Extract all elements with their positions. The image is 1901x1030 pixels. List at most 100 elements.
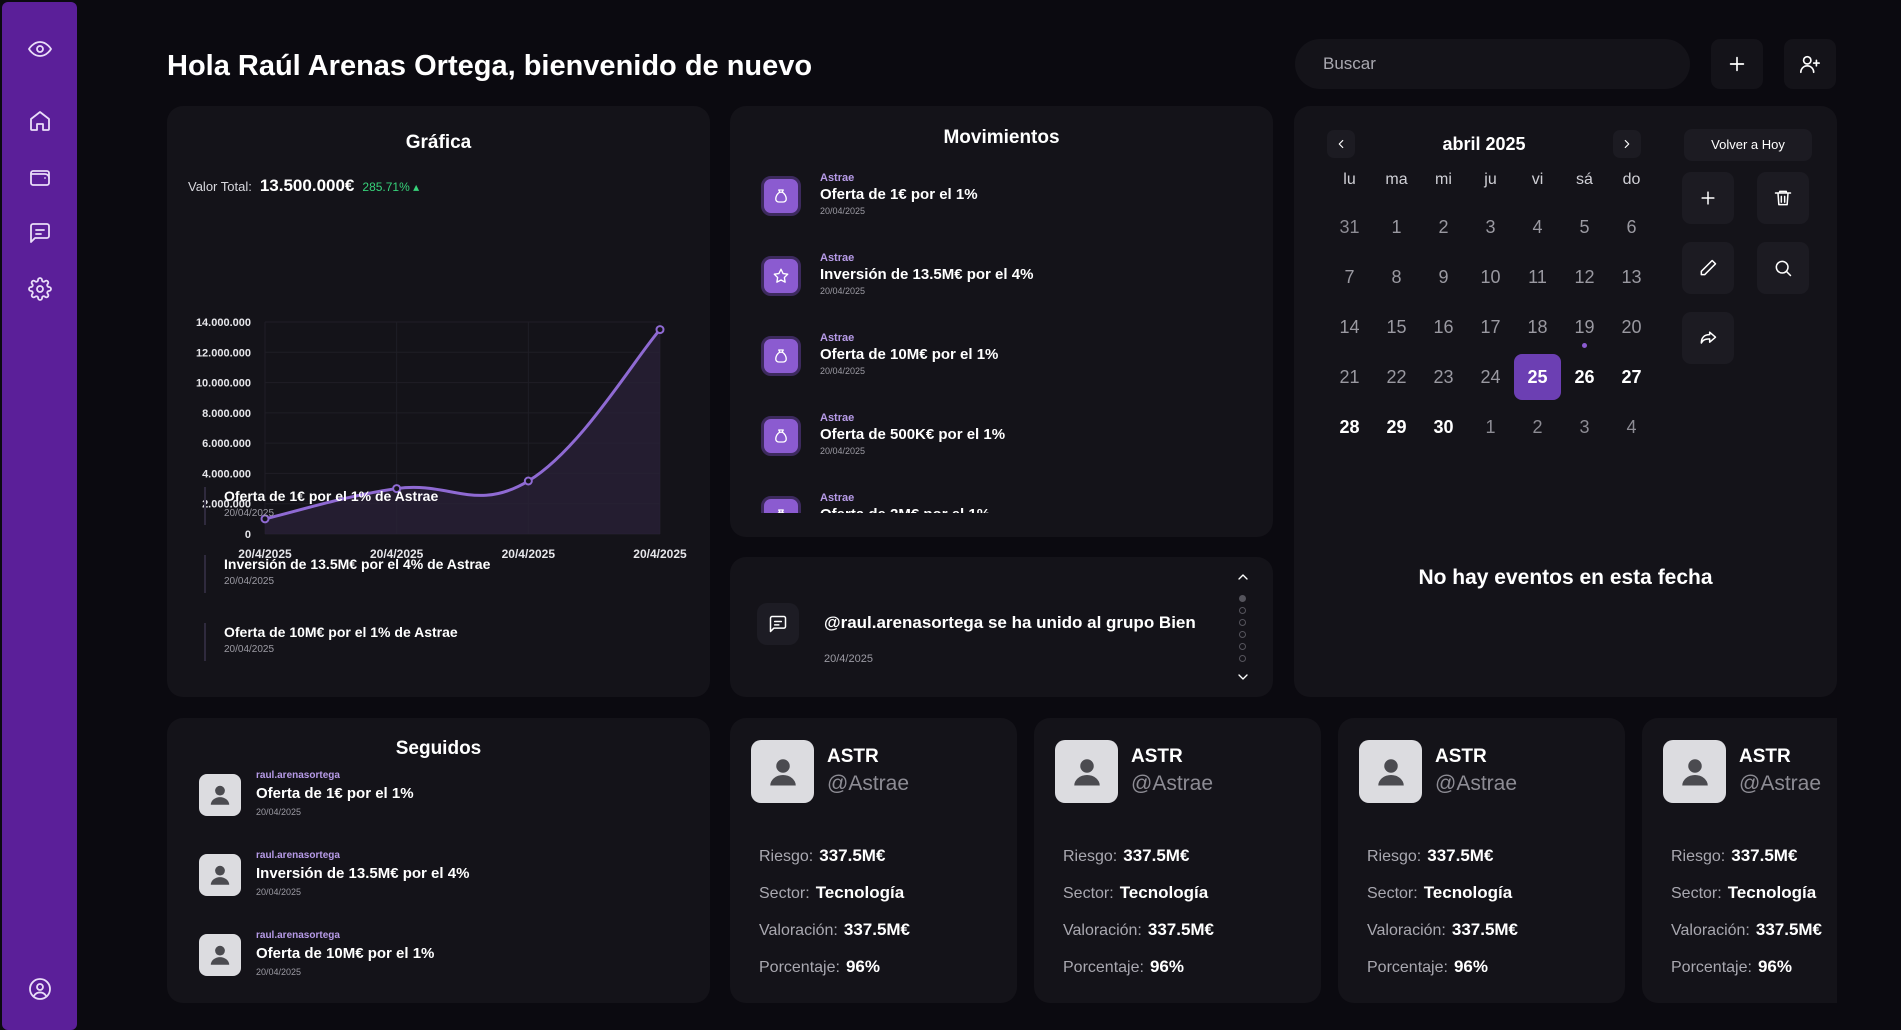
- company-card[interactable]: ASTR @Astrae Riesgo: 337.5M€ Sector: Tecnolog…: [1642, 718, 1837, 1003]
- today-button[interactable]: Volver a Hoy: [1684, 129, 1812, 161]
- calendar-day[interactable]: 14: [1326, 302, 1373, 352]
- pager-dot[interactable]: [1239, 631, 1246, 638]
- calendar-day[interactable]: 13: [1608, 252, 1655, 302]
- chevron-up-icon[interactable]: [1235, 569, 1251, 585]
- calendar-day[interactable]: 2: [1420, 202, 1467, 252]
- weekday-label: do: [1622, 171, 1641, 188]
- followed-card: Seguidos raul.arenasortega Oferta de 1€ p…: [167, 718, 710, 1003]
- add-user-button[interactable]: [1784, 39, 1836, 89]
- history-date: 20/04/2025: [224, 508, 275, 519]
- calendar-day[interactable]: 8: [1373, 252, 1420, 302]
- calendar-day[interactable]: 2: [1514, 402, 1561, 452]
- calendar-day[interactable]: 22: [1373, 352, 1420, 402]
- calendar-day[interactable]: 4: [1514, 202, 1561, 252]
- history-item[interactable]: Inversión de 13.5M€ por el 4% de Astrae 2…: [204, 555, 490, 593]
- company-risk-row: Riesgo: 337.5M€: [1671, 846, 1797, 866]
- company-valuation-value: 337.5M€: [1147, 920, 1215, 939]
- calendar-day-today[interactable]: 25: [1514, 352, 1561, 402]
- company-ticker: ASTR: [1131, 746, 1183, 767]
- movement-date: 20/04/2025: [820, 446, 866, 456]
- pager-dot[interactable]: [1239, 595, 1246, 602]
- followed-title: Oferta de 10M€ por el 1%: [256, 945, 435, 962]
- chevron-down-icon[interactable]: [1235, 669, 1251, 685]
- calendar-day[interactable]: 3: [1467, 202, 1514, 252]
- calendar-day[interactable]: 28: [1326, 402, 1373, 452]
- calendar-day-number: 17: [1480, 316, 1501, 337]
- company-risk-row: Riesgo: 337.5M€: [1063, 846, 1189, 866]
- add-event-button[interactable]: [1682, 172, 1734, 224]
- pager-dot[interactable]: [1239, 619, 1246, 626]
- pager-dot[interactable]: [1239, 607, 1246, 614]
- delete-event-button[interactable]: [1757, 172, 1809, 224]
- company-percentage-value: 96%: [1149, 957, 1184, 976]
- history-item[interactable]: Oferta de 10M€ por el 1% de Astrae 20/04/…: [204, 623, 458, 661]
- calendar-day[interactable]: 1: [1467, 402, 1514, 452]
- edit-event-button[interactable]: [1682, 242, 1734, 294]
- company-card[interactable]: ASTR @Astrae Riesgo: 337.5M€ Sector: Tecnolog…: [1338, 718, 1625, 1003]
- calendar-day[interactable]: 29: [1373, 402, 1420, 452]
- chat-icon[interactable]: [26, 219, 54, 247]
- calendar-day[interactable]: 6: [1608, 202, 1655, 252]
- pager-dot[interactable]: [1239, 655, 1246, 662]
- calendar-day[interactable]: 31: [1326, 202, 1373, 252]
- plus-icon: [1701, 191, 1715, 205]
- calendar-day[interactable]: 3: [1561, 402, 1608, 452]
- movement-title: Oferta de 2M€ por el 1%: [820, 506, 990, 513]
- y-tick-label: 8.000.000: [202, 408, 251, 420]
- user-circle-icon[interactable]: [26, 975, 54, 1003]
- calendar-grid: lu ma mi ju vi sá do 31 1 2 3 4 5 6 7 8 9 10 11 12 13 14 15 16 1…: [1326, 170, 1655, 452]
- company-card[interactable]: ASTR @Astrae Riesgo: 337.5M€ Sector: Tecnolog…: [1034, 718, 1321, 1003]
- weekday-label: ma: [1385, 171, 1408, 188]
- calendar-day[interactable]: 24: [1467, 352, 1514, 402]
- calendar-day[interactable]: 23: [1420, 352, 1467, 402]
- next-month-button[interactable]: [1613, 130, 1641, 158]
- company-avatar: [751, 740, 814, 803]
- pager-dot[interactable]: [1239, 643, 1246, 650]
- calendar-day[interactable]: 27: [1608, 352, 1655, 402]
- home-icon[interactable]: [26, 107, 54, 135]
- company-sector-value: Tecnología: [815, 883, 905, 902]
- calendar-day-number: 20: [1621, 316, 1642, 337]
- calendar-day[interactable]: 10: [1467, 252, 1514, 302]
- calendar-day[interactable]: 17: [1467, 302, 1514, 352]
- calendar-day-number: 3: [1485, 216, 1496, 237]
- calendar-day-number: 12: [1574, 266, 1595, 287]
- calendar-day[interactable]: 20: [1608, 302, 1655, 352]
- followed-date: 20/04/2025: [256, 807, 302, 817]
- calendar-day-number: 14: [1339, 316, 1360, 337]
- calendar-day[interactable]: 12: [1561, 252, 1608, 302]
- calendar-day[interactable]: 1: [1373, 202, 1420, 252]
- calendar-day[interactable]: 16: [1420, 302, 1467, 352]
- calendar-day-number: 2: [1438, 216, 1449, 237]
- calendar-day[interactable]: 4: [1608, 402, 1655, 452]
- calendar-day[interactable]: 9: [1420, 252, 1467, 302]
- company-card[interactable]: ASTR @Astrae Riesgo: 337.5M€ Sector: Tecnolog…: [730, 718, 1017, 1003]
- settings-icon[interactable]: [26, 275, 54, 303]
- calendar-day[interactable]: 15: [1373, 302, 1420, 352]
- eye-icon[interactable]: [26, 35, 54, 63]
- search-input[interactable]: [1295, 39, 1690, 89]
- search-event-button[interactable]: [1757, 242, 1809, 294]
- company-percentage-value: 96%: [1453, 957, 1488, 976]
- share-event-button[interactable]: [1682, 312, 1734, 364]
- calendar-day[interactable]: 7: [1326, 252, 1373, 302]
- history-item[interactable]: Oferta de 1€ por el 1% de Astrae 20/04/20…: [204, 487, 438, 525]
- calendar-day[interactable]: 18: [1514, 302, 1561, 352]
- calendar-day[interactable]: 21: [1326, 352, 1373, 402]
- add-button[interactable]: [1711, 39, 1763, 89]
- followed-date: 20/04/2025: [256, 967, 302, 977]
- wallet-icon[interactable]: [26, 163, 54, 191]
- movement-date: 20/04/2025: [820, 206, 866, 216]
- notification-text: @raul.arenasortega se ha unido al grupo …: [824, 613, 1196, 632]
- company-valuation-row: Valoración: 337.5M€: [1367, 920, 1518, 940]
- calendar-day[interactable]: 5: [1561, 202, 1608, 252]
- calendar-day[interactable]: 26: [1561, 352, 1608, 402]
- calendar-day-number: 1: [1485, 416, 1496, 437]
- calendar-day[interactable]: 19: [1561, 302, 1608, 352]
- movement-title: Oferta de 1€ por el 1%: [820, 186, 978, 203]
- prev-month-button[interactable]: [1327, 130, 1355, 158]
- calendar-day[interactable]: 30: [1420, 402, 1467, 452]
- followed-user: raul.arenasortega: [256, 930, 340, 941]
- movement-source: Astrae: [820, 412, 855, 424]
- calendar-day[interactable]: 11: [1514, 252, 1561, 302]
